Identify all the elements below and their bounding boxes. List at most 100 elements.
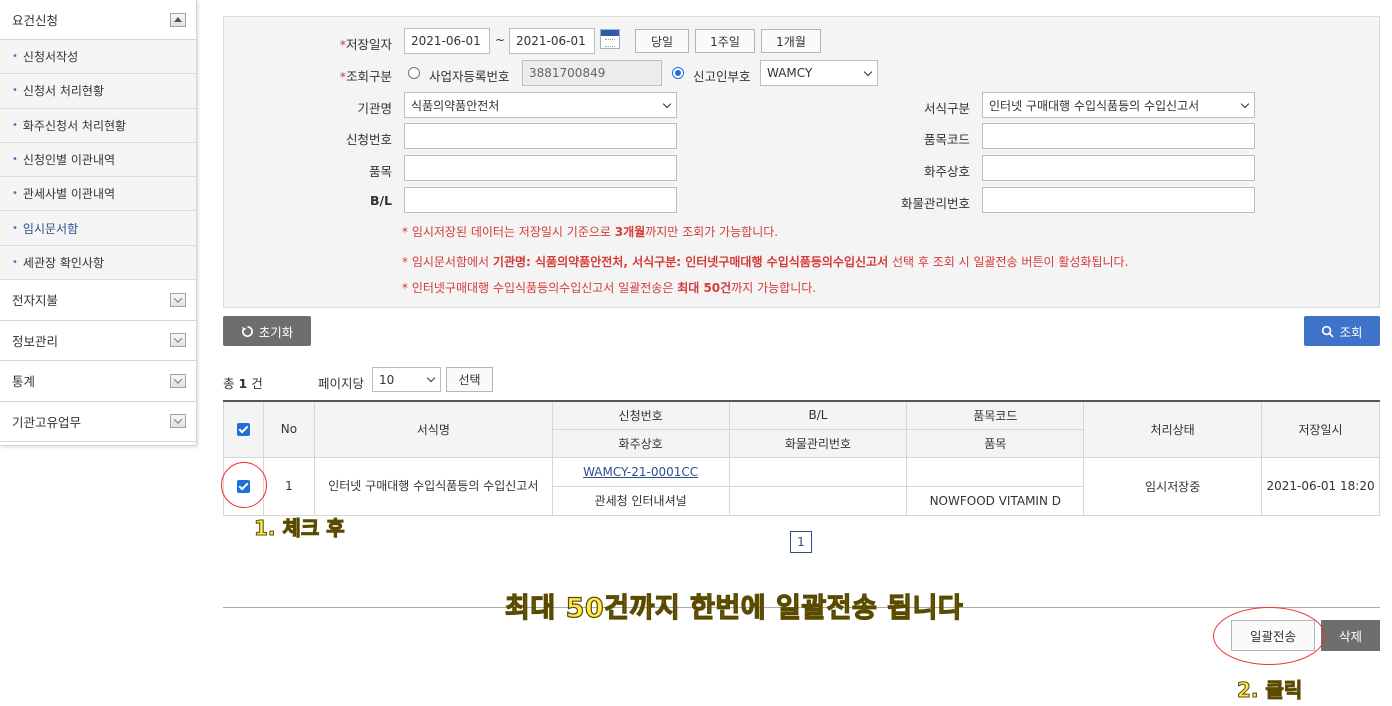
declarant-radio-label: 신고인부호 <box>693 69 751 84</box>
delete-button[interactable]: 삭제 <box>1321 620 1380 651</box>
query-type-label: *조회구분 <box>339 69 392 84</box>
note-bulk-limit: * 인터넷구매대행 수입식품등의수입신고서 일괄전송은 최대 50건까지 가능합… <box>402 281 817 295</box>
agency-select-value: 식품의약품안전처 <box>411 98 500 113</box>
per-page-select[interactable]: 10 <box>372 367 441 392</box>
reset-button[interactable]: 초기화 <box>223 316 311 346</box>
header-no: No <box>262 400 315 458</box>
agency-label: 기관명 <box>357 101 392 116</box>
declarant-select[interactable]: WAMCY <box>760 60 878 86</box>
chevron-down-icon[interactable] <box>170 292 186 307</box>
one-week-button[interactable]: 1주일 <box>695 29 755 53</box>
one-month-button[interactable]: 1개월 <box>761 29 821 53</box>
search-panel: *저장일자 2021-06-01 ~ 2021-06-01 당일 1주일 1개월… <box>223 16 1380 308</box>
sidebar-item-owner-apply-status[interactable]: • 화주신청서 처리현황 <box>0 109 196 143</box>
sidebar-item-apply-write[interactable]: • 신청서작성 <box>0 40 196 75</box>
header-form-name: 서식명 <box>313 400 553 458</box>
search-button[interactable]: 조회 <box>1304 316 1380 346</box>
chevron-down-icon <box>1240 99 1250 108</box>
table-row[interactable]: 1 인터넷 구매대행 수입식품등의 수입신고서 WAMCY-21-0001CC … <box>223 456 1380 516</box>
bullet-icon: • <box>12 256 18 268</box>
owner-input[interactable] <box>982 155 1255 181</box>
select-all-checkbox[interactable] <box>236 423 250 437</box>
header-saved-at: 저장일시 <box>1261 400 1380 458</box>
header-select-all[interactable] <box>223 400 264 458</box>
calendar-icon[interactable] <box>600 29 620 49</box>
sidebar-group-payment[interactable]: 전자지불 <box>0 280 196 321</box>
bullet-icon: • <box>12 51 18 63</box>
date-from-input[interactable]: 2021-06-01 <box>404 28 490 54</box>
date-separator: ~ <box>495 33 506 47</box>
refresh-icon <box>241 325 253 337</box>
per-page-value: 10 <box>379 372 395 387</box>
step1-annotation: 1. 체크 후 <box>254 516 346 541</box>
sidebar-item-label: 관세사별 이관내역 <box>22 187 116 202</box>
sidebar-group-label: 전자지불 <box>12 293 59 309</box>
select-button[interactable]: 선택 <box>446 367 493 392</box>
sidebar-item-apply-status[interactable]: • 신청서 처리현황 <box>0 74 196 109</box>
header-app-no: 신청번호 <box>551 400 730 430</box>
header-item-code: 품목코드 <box>906 400 1085 430</box>
row-status: 임시저장중 <box>1083 456 1263 516</box>
sidebar-sub-list: • 신청서작성 • 신청서 처리현황 • 화주신청서 처리현황 • 신청인별 이관내역 … <box>0 40 196 281</box>
item-input[interactable] <box>404 155 677 181</box>
item-code-input[interactable] <box>982 123 1255 149</box>
sidebar-section-title: 요건신청 <box>12 13 59 28</box>
bullet-icon: • <box>12 85 18 97</box>
sidebar-item-label: 신청서 처리현황 <box>22 84 105 99</box>
row-form-name: 인터넷 구매대행 수입식품등의 수입신고서 <box>313 456 553 516</box>
header-owner: 화주상호 <box>551 428 730 458</box>
sidebar-group-stats[interactable]: 통계 <box>0 361 196 402</box>
sidebar-item-applicant-transfer[interactable]: • 신청인별 이관내역 <box>0 143 196 178</box>
sidebar-group-info[interactable]: 정보관리 <box>0 321 196 362</box>
header-cargo-no: 화물관리번호 <box>728 428 908 458</box>
banner-annotation: 최대 50건까지 한번에 일괄전송 됩니다 <box>504 592 964 624</box>
step2-annotation: 2. 클릭 <box>1236 678 1303 703</box>
sidebar-item-label: 임시문서함 <box>22 221 79 236</box>
chevron-down-icon[interactable] <box>170 373 186 388</box>
row-owner: 관세청 인터내셔널 <box>551 485 730 516</box>
app-no-input[interactable] <box>404 123 677 149</box>
row-bl <box>728 456 908 487</box>
chevron-down-icon[interactable] <box>170 414 186 429</box>
result-table: No 서식명 신청번호 B/L 품목코드 처리상태 저장일시 화주상호 화물관리… <box>223 400 1380 516</box>
cargo-no-label: 화물관리번호 <box>900 196 970 211</box>
declarant-radio[interactable] <box>672 67 684 79</box>
bizno-radio[interactable] <box>408 67 420 79</box>
reset-button-label: 초기화 <box>258 324 294 340</box>
row-app-no[interactable]: WAMCY-21-0001CC <box>551 456 730 487</box>
sidebar-group-label: 기관고유업무 <box>12 414 82 430</box>
item-label: 품목 <box>368 164 392 179</box>
row-saved-at: 2021-06-01 18:20 <box>1261 456 1380 516</box>
app-no-link[interactable]: WAMCY-21-0001CC <box>583 465 698 479</box>
today-button[interactable]: 당일 <box>635 29 689 53</box>
cargo-no-input[interactable] <box>982 187 1255 213</box>
chevron-down-icon[interactable] <box>170 333 186 348</box>
sidebar-item-label: 화주신청서 처리현황 <box>22 118 127 133</box>
row-no: 1 <box>262 456 315 516</box>
sidebar-group-agency[interactable]: 기관고유업무 <box>0 402 196 443</box>
bullet-icon: • <box>12 188 18 200</box>
sidebar-item-customs-check[interactable]: • 세관장 확인사항 <box>0 246 196 281</box>
collapse-up-icon[interactable] <box>170 12 186 27</box>
sidebar-group-label: 통계 <box>12 374 36 390</box>
owner-label: 화주상호 <box>923 164 970 179</box>
date-to-input[interactable]: 2021-06-01 <box>509 28 595 54</box>
bizno-input[interactable]: 3881700849 <box>522 60 662 86</box>
form-type-select-value: 인터넷 구매대행 수입식품등의 수입신고서 <box>989 98 1200 113</box>
sidebar-item-broker-transfer[interactable]: • 관세사별 이관내역 <box>0 177 196 212</box>
sidebar-section-header[interactable]: 요건신청 <box>0 0 196 40</box>
row-item-code <box>906 456 1085 487</box>
agency-select[interactable]: 식품의약품안전처 <box>404 92 677 118</box>
form-type-select[interactable]: 인터넷 구매대행 수입식품등의 수입신고서 <box>982 92 1255 118</box>
sidebar-group-label: 정보관리 <box>12 333 59 349</box>
form-type-label: 서식구분 <box>923 101 970 116</box>
bullet-icon: • <box>12 154 18 166</box>
row-cargo-no <box>728 485 908 516</box>
total-count: 총 1 건 <box>223 376 263 391</box>
sidebar-item-temp-docs[interactable]: • 임시문서함 <box>0 211 196 246</box>
page-1-button[interactable]: 1 <box>790 531 812 553</box>
bl-input[interactable] <box>404 187 677 213</box>
bullet-icon: • <box>12 119 18 131</box>
row-item: NOWFOOD VITAMIN D <box>906 485 1085 516</box>
app-no-label: 신청번호 <box>345 132 392 147</box>
